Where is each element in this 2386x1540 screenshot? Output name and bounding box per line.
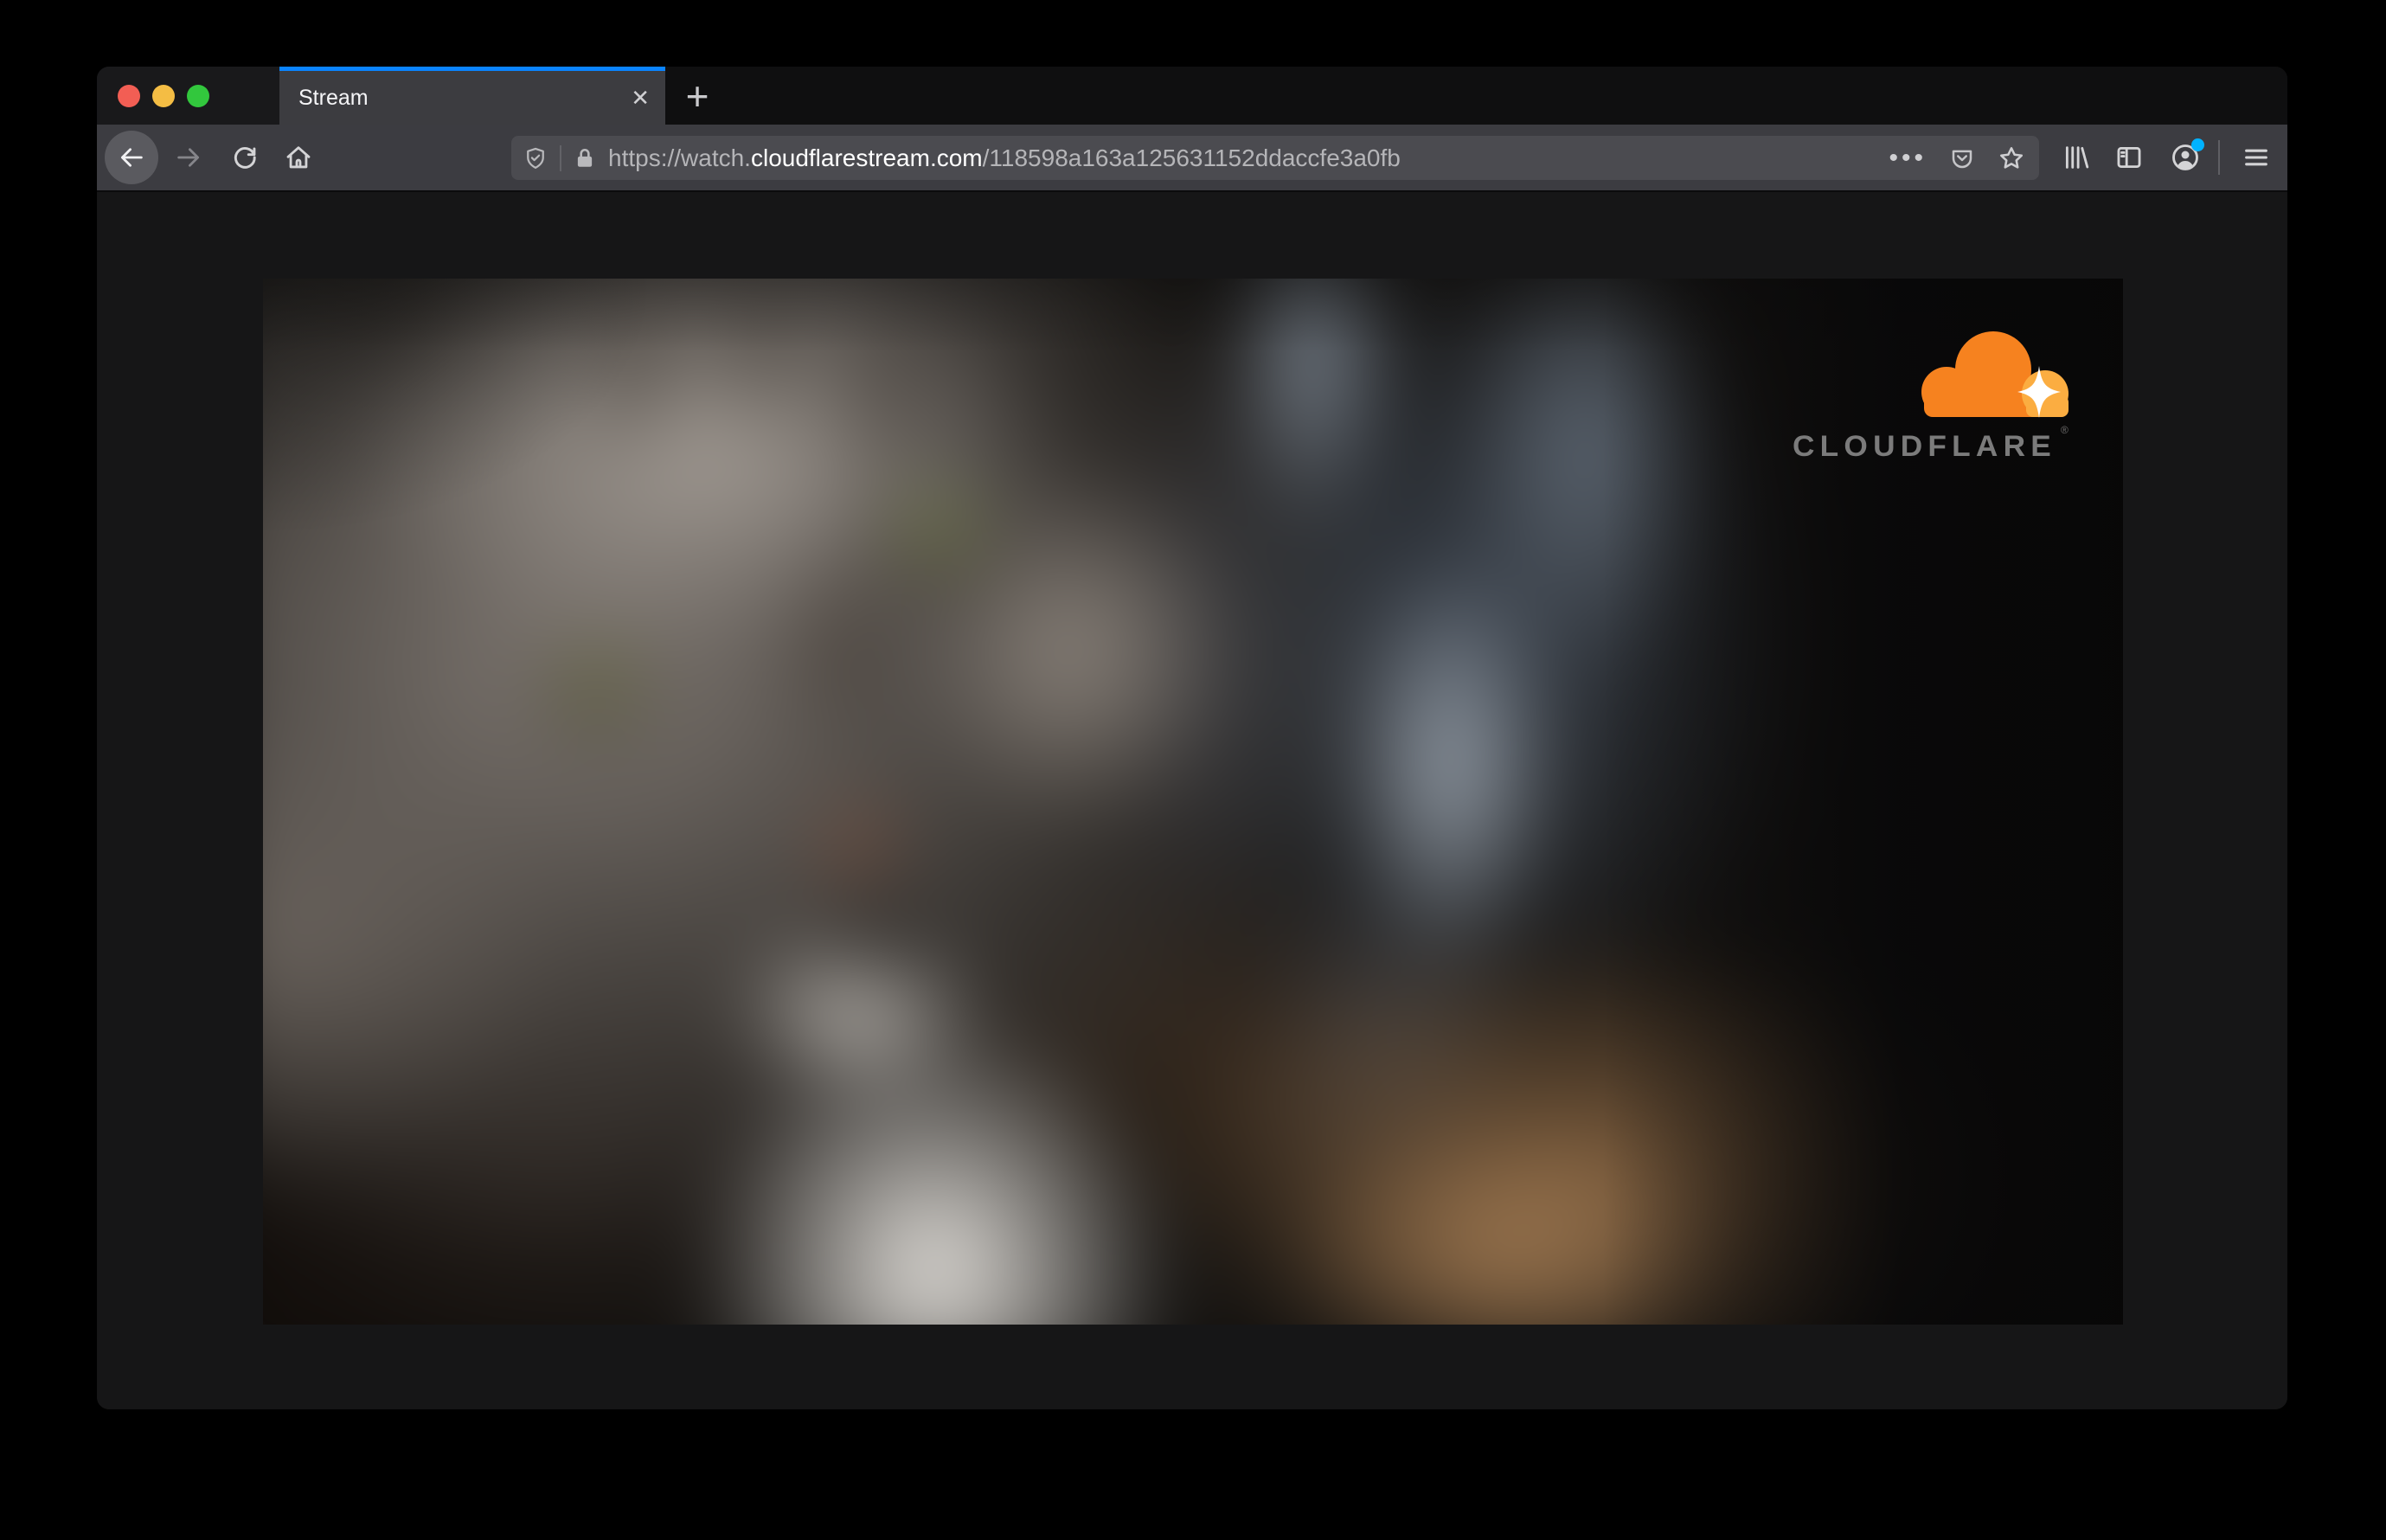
home-button[interactable] bbox=[271, 125, 326, 190]
home-icon bbox=[286, 146, 311, 169]
video-player[interactable]: CLOUDFLARE ® bbox=[263, 279, 2123, 1325]
page-actions-icon[interactable]: ••• bbox=[1889, 144, 1927, 171]
account-button[interactable] bbox=[2161, 125, 2210, 190]
pocket-button[interactable] bbox=[1949, 145, 1975, 171]
account-notification-dot bbox=[2191, 138, 2204, 151]
window-close-button[interactable] bbox=[118, 84, 140, 107]
back-button[interactable] bbox=[104, 125, 159, 190]
url-path: /118598a163a125631152ddaccfe3a0fb bbox=[982, 144, 1401, 171]
window-controls bbox=[97, 67, 279, 125]
back-button-highlight bbox=[105, 131, 158, 184]
tracking-protection-shield-icon[interactable] bbox=[523, 145, 548, 171]
screen: Stream ✕ + https://watch.cloudflarestrea… bbox=[0, 0, 2386, 1540]
back-icon bbox=[120, 148, 143, 167]
pocket-icon bbox=[1952, 150, 1972, 168]
window-zoom-button[interactable] bbox=[187, 84, 209, 107]
browser-window: Stream ✕ + https://watch.cloudflarestrea… bbox=[97, 67, 2287, 1409]
navigation-toolbar: https://watch.cloudflarestream.com/11859… bbox=[97, 125, 2287, 192]
tab-title: Stream bbox=[298, 85, 369, 110]
forward-icon bbox=[177, 148, 200, 167]
page-content: CLOUDFLARE ® bbox=[97, 192, 2287, 1409]
tab-stream[interactable]: Stream ✕ bbox=[279, 67, 665, 125]
hamburger-menu-icon bbox=[2245, 149, 2267, 166]
toolbar-separator bbox=[2218, 140, 2220, 175]
reload-button[interactable] bbox=[217, 125, 273, 190]
urlbar-divider bbox=[560, 144, 561, 171]
menu-button[interactable] bbox=[2232, 125, 2280, 190]
sidebar-button[interactable] bbox=[2105, 125, 2153, 190]
plus-icon: + bbox=[685, 74, 709, 119]
tab-close-icon[interactable]: ✕ bbox=[631, 87, 650, 109]
tab-bar: Stream ✕ + bbox=[97, 67, 2287, 125]
reload-icon bbox=[234, 147, 256, 169]
url-domain: cloudflarestream.com bbox=[750, 144, 983, 171]
window-minimize-button[interactable] bbox=[152, 84, 175, 107]
url-bar[interactable]: https://watch.cloudflarestream.com/11859… bbox=[511, 136, 2039, 180]
registered-mark: ® bbox=[2061, 424, 2069, 436]
cloudflare-logo: CLOUDFLARE ® bbox=[1793, 331, 2069, 463]
new-tab-button[interactable]: + bbox=[678, 74, 716, 119]
cloudflare-cloud-icon bbox=[1921, 331, 2069, 418]
cloudflare-wordmark: CLOUDFLARE bbox=[1793, 430, 2056, 463]
url-scheme: https://watch. bbox=[608, 144, 751, 171]
bookmark-button[interactable] bbox=[1998, 144, 2025, 172]
library-button[interactable] bbox=[2052, 125, 2101, 190]
sidebar-icon bbox=[2117, 146, 2141, 169]
lock-icon[interactable] bbox=[574, 146, 596, 170]
url-text: https://watch.cloudflarestream.com/11859… bbox=[608, 144, 1401, 172]
forward-button[interactable] bbox=[161, 125, 216, 190]
library-icon bbox=[2065, 146, 2089, 169]
bookmark-star-icon bbox=[2000, 146, 2023, 169]
